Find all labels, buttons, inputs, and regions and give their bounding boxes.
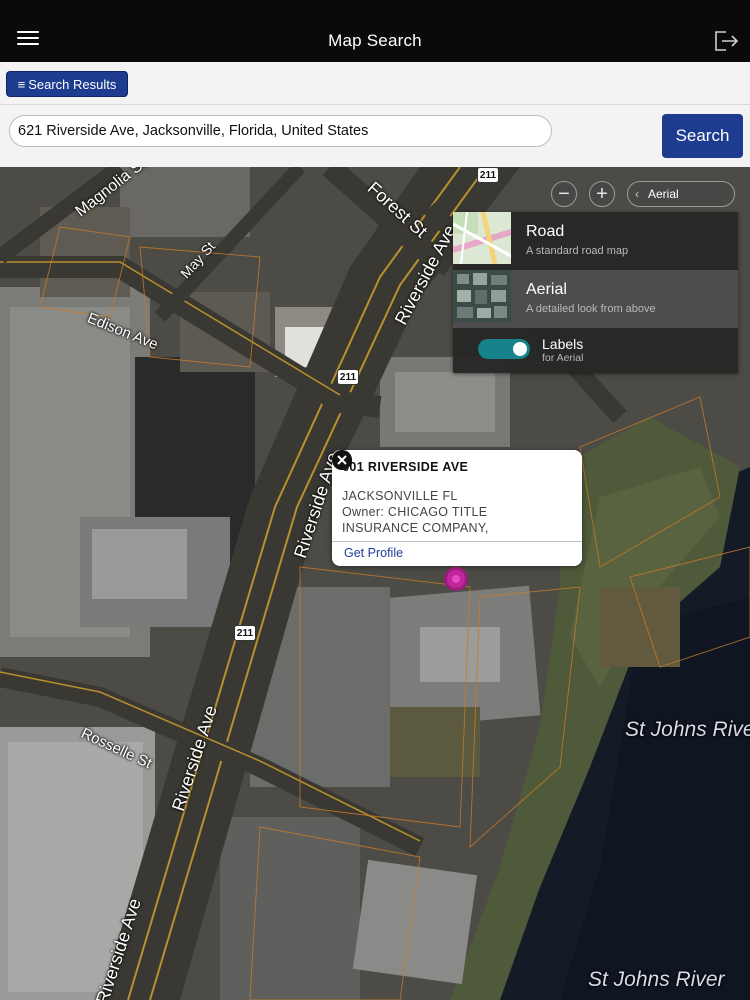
chevron-left-icon: ‹ (635, 187, 639, 201)
map-style-dropdown[interactable]: ‹ Aerial (627, 181, 735, 207)
logout-icon[interactable] (712, 29, 740, 53)
search-area: ≡Search Results Search (0, 62, 750, 168)
labels-setting-description: for Aerial (542, 352, 584, 364)
zoom-out-button[interactable]: − (551, 181, 577, 207)
highway-shield: 211 (234, 625, 256, 641)
highway-shield: 211 (477, 167, 499, 183)
popup-line-city: JACKSONVILLE FL (342, 489, 458, 503)
map-pin-icon[interactable] (444, 567, 468, 591)
popup-title: 601 RIVERSIDE AVE (342, 460, 469, 474)
popup-line-owner: Owner: CHICAGO TITLE (342, 505, 488, 519)
search-results-button[interactable]: ≡ Search Results (6, 71, 128, 97)
map-style-option-road[interactable]: Road A standard road map (453, 212, 738, 270)
popup-divider (332, 541, 582, 542)
get-profile-link[interactable]: Get Profile (344, 546, 403, 560)
aerial-map-thumbnail (453, 270, 511, 322)
zoom-in-button[interactable]: + (589, 181, 615, 207)
close-icon[interactable] (332, 450, 352, 470)
water-label-st-johns-south: St Johns River (588, 968, 725, 991)
page-title: Map Search (328, 31, 422, 50)
map-style-option-aerial[interactable]: Aerial A detailed look from above (453, 270, 738, 328)
search-button[interactable]: Search (662, 114, 743, 158)
map-style-panel: Road A standard road map Aerial A detail… (453, 212, 738, 373)
labels-setting-row: Labels for Aerial (453, 328, 738, 373)
property-info-popup: 601 RIVERSIDE AVE JACKSONVILLE FL Owner:… (332, 450, 582, 566)
map-style-current: Aerial (648, 187, 679, 201)
popup-body: JACKSONVILLE FL Owner: CHICAGO TITLE INS… (342, 488, 572, 536)
map-style-aerial-name: Aerial (526, 281, 567, 298)
search-results-label: Search Results (28, 77, 117, 92)
address-search-input[interactable] (9, 115, 552, 147)
labels-toggle-switch[interactable] (478, 339, 530, 359)
map-style-road-description: A standard road map (526, 245, 629, 257)
divider (0, 104, 750, 105)
water-label-st-johns-north: St Johns River (625, 718, 750, 741)
top-nav-bar: Map Search (0, 0, 750, 62)
map-style-aerial-description: A detailed look from above (526, 303, 656, 315)
aerial-map[interactable]: Magnolia St Forest St May St Edison Ave … (0, 167, 750, 1000)
list-icon: ≡ (17, 77, 26, 92)
labels-setting-name: Labels (542, 336, 584, 352)
popup-line-owner-cont: INSURANCE COMPANY, (342, 521, 489, 535)
highway-shield: 211 (337, 369, 359, 385)
road-map-thumbnail (453, 212, 511, 264)
map-style-road-name: Road (526, 223, 565, 240)
